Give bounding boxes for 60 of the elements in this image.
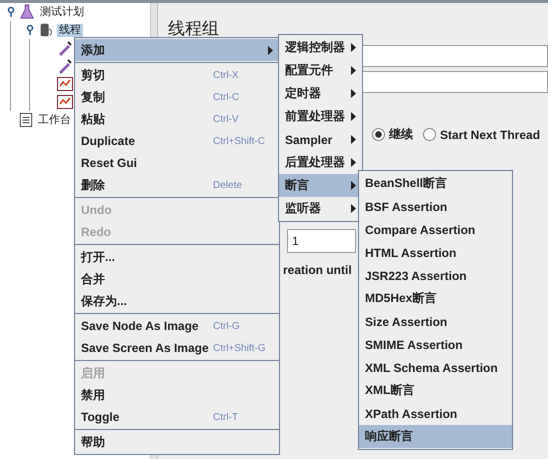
menu-item[interactable]: 帮助 [75, 431, 279, 453]
chart-window-icon [57, 95, 73, 109]
submenu-arrow-icon [351, 158, 356, 167]
menu-item[interactable]: 监听器 [279, 197, 362, 220]
menu-item[interactable]: 响应断言 [359, 425, 512, 448]
submenu-arrow-icon [351, 204, 356, 213]
menu-item[interactable]: 逻辑控制器 [279, 36, 362, 59]
radio-button[interactable] [372, 128, 385, 141]
menu-item[interactable]: 前置处理器 [279, 105, 362, 128]
menu-item[interactable]: Compare Assertion [359, 218, 512, 241]
submenu-arrow-icon [351, 181, 356, 190]
submenu-arrow-icon [351, 135, 356, 144]
submenu-arrow-icon [351, 43, 356, 52]
menu-item[interactable]: Save Screen As Image Ctrl+Shift-G [75, 337, 279, 359]
menu-item[interactable]: 配置元件 [279, 59, 362, 82]
menu-item[interactable]: Duplicate Ctrl+Shift-C [75, 130, 279, 152]
menu-item[interactable]: 保存为... [75, 290, 279, 312]
menu-item[interactable]: 复制 Ctrl-C [75, 86, 279, 108]
menu-item[interactable]: BeanShell断言 [359, 172, 512, 195]
tree-handle-icon[interactable] [6, 7, 16, 17]
clipboard-icon [19, 112, 33, 128]
menu-item[interactable]: XML Schema Assertion [359, 356, 512, 379]
panel-title: 线程组 [168, 18, 220, 40]
menu-item[interactable]: 粘贴 Ctrl-V [75, 108, 279, 130]
menu-item[interactable]: Toggle Ctrl-T [75, 406, 279, 428]
menu-item[interactable]: 删除 Delete [75, 174, 279, 196]
radio-button[interactable] [423, 128, 436, 141]
menu-item[interactable]: 禁用 [75, 384, 279, 406]
menu-item[interactable]: XML断言 [359, 379, 512, 402]
menu-item[interactable]: BSF Assertion [359, 195, 512, 218]
tree-item[interactable]: 工作台 [36, 114, 73, 126]
menu-item[interactable]: 打开... [75, 246, 279, 268]
tree-handle-icon[interactable] [25, 25, 35, 35]
menu-item[interactable]: 剪切 Ctrl-X [75, 64, 279, 86]
menu-item[interactable]: 定时器 [279, 82, 362, 105]
pipette-icon [57, 40, 73, 56]
spool-icon [38, 22, 54, 38]
pipette-icon [57, 58, 73, 74]
submenu-arrow-icon [351, 66, 356, 75]
chart-window-icon [57, 77, 73, 91]
menu-item[interactable]: JSR223 Assertion [359, 264, 512, 287]
menu-item[interactable]: 合并 [75, 268, 279, 290]
menu-item[interactable]: XPath Assertion [359, 402, 512, 425]
radio-label: 继续 [389, 126, 413, 143]
menu-item[interactable]: MD5Hex断言 [359, 287, 512, 310]
option-label: reation until [283, 263, 352, 277]
menu-item[interactable]: Save Node As Image Ctrl-G [75, 315, 279, 337]
menu-item[interactable]: SMIME Assertion [359, 333, 512, 356]
number-field[interactable]: 1 [287, 229, 356, 253]
submenu-arrow-icon [351, 112, 356, 121]
menu-item[interactable]: Sampler [279, 128, 362, 151]
menu-item[interactable]: Size Assertion [359, 310, 512, 333]
submenu-arrow-icon [351, 89, 356, 98]
menu-item[interactable]: HTML Assertion [359, 241, 512, 264]
menu-item[interactable]: 添加 [75, 39, 279, 61]
tree-item[interactable]: 测试计划 [38, 6, 86, 18]
menu-item[interactable]: 后置处理器 [279, 151, 362, 174]
tree-item[interactable]: 线程 [57, 24, 83, 36]
menu-item[interactable]: Reset Gui [75, 152, 279, 174]
radio-label: Start Next Thread [440, 128, 540, 142]
